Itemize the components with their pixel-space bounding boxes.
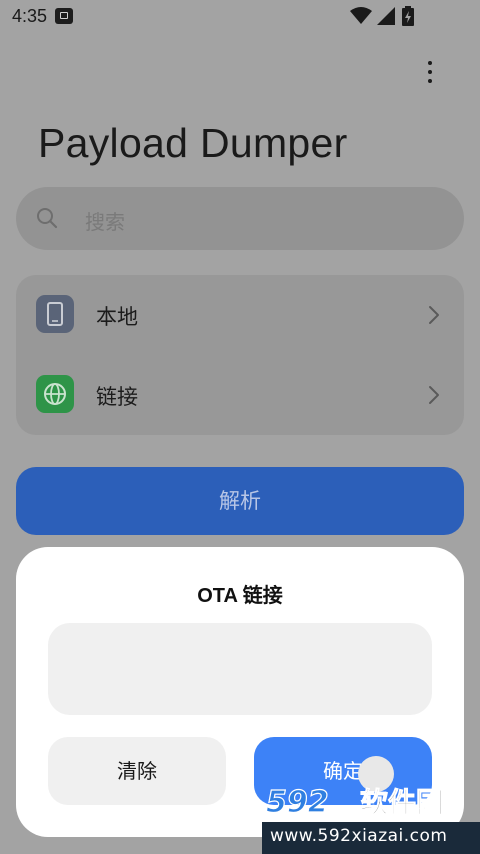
app-notification-icon: [55, 8, 73, 24]
source-list: 本地 链接: [16, 275, 464, 435]
status-bar: 4:35: [0, 0, 480, 34]
phone-icon: [36, 295, 74, 333]
watermark-logo: 592 软件园: [265, 784, 444, 820]
page-title: Payload Dumper: [38, 120, 348, 166]
source-item-link[interactable]: 链接: [16, 355, 464, 435]
chevron-right-icon: [429, 306, 439, 324]
globe-icon: [36, 375, 74, 413]
search-icon: [37, 208, 58, 229]
dialog-title: OTA 链接: [197, 585, 283, 607]
clear-button[interactable]: 清除: [48, 737, 226, 805]
wifi-icon: [350, 7, 372, 24]
search-placeholder: 搜索: [85, 210, 125, 234]
watermark-url: www.592xiazai.com: [270, 826, 448, 846]
battery-charging-icon: [402, 6, 414, 26]
svg-text:软件园: 软件园: [360, 786, 444, 819]
source-item-label: 链接: [96, 385, 138, 409]
parse-button[interactable]: 解析: [16, 467, 464, 535]
watermark: 592 软件园 www.592xiazai.com: [262, 782, 480, 854]
status-time: 4:35: [12, 6, 48, 26]
chevron-right-icon: [429, 386, 439, 404]
svg-text:592: 592: [266, 785, 329, 820]
source-item-label: 本地: [96, 305, 138, 329]
source-item-local[interactable]: 本地: [16, 275, 464, 355]
ota-url-input[interactable]: [48, 623, 432, 715]
more-vert-icon[interactable]: [418, 58, 442, 88]
signal-icon: [377, 7, 395, 25]
search-input[interactable]: 搜索: [16, 187, 464, 250]
